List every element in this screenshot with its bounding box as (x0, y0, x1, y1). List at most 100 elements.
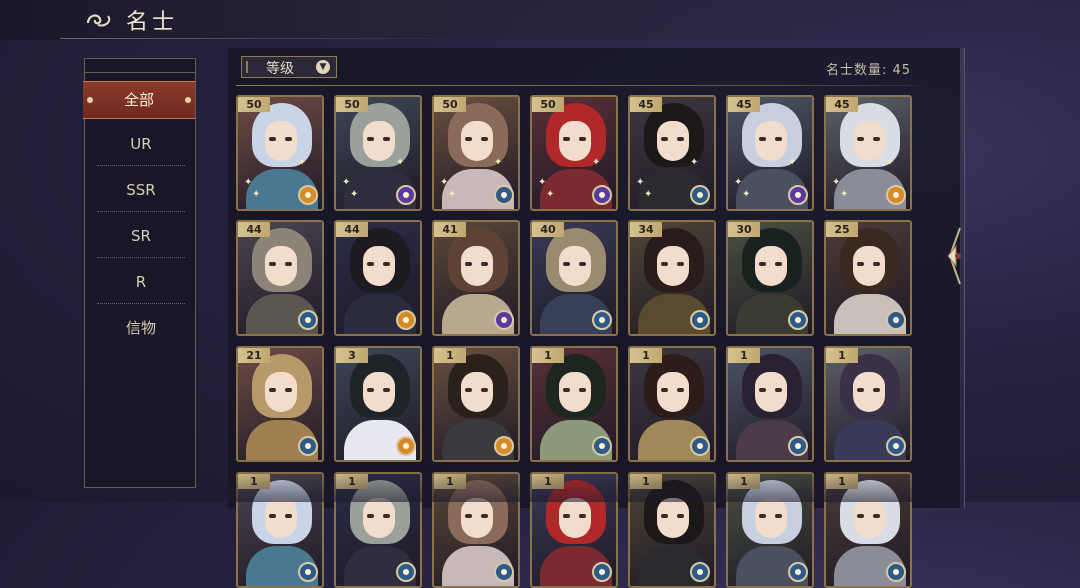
character-card[interactable]: 1 (726, 346, 814, 462)
element-badge-icon (592, 310, 612, 330)
character-card[interactable]: 1 (628, 346, 716, 462)
sparkle-icon: ✦ (840, 189, 849, 200)
portrait-eye (677, 262, 684, 266)
element-badge-icon (494, 436, 514, 456)
portrait-eye (579, 388, 586, 392)
character-card[interactable]: 1 (530, 346, 618, 462)
portrait-eye (759, 262, 766, 266)
portrait-eye (661, 514, 668, 518)
character-card[interactable]: 1 (628, 472, 716, 588)
portrait-eye (857, 388, 864, 392)
character-card[interactable]: 1 (824, 472, 912, 588)
portrait-face (265, 498, 297, 538)
element-badge-icon (494, 562, 514, 582)
character-card[interactable]: 1 (432, 346, 520, 462)
element-badge-icon (690, 185, 710, 205)
portrait-face (461, 372, 493, 412)
portrait-face (265, 246, 297, 286)
character-card[interactable]: 1 (530, 472, 618, 588)
level-tag: 45 (630, 97, 662, 112)
character-card[interactable]: 1 (236, 472, 324, 588)
character-card[interactable]: 44 (236, 220, 324, 336)
character-card[interactable]: 1 (334, 472, 422, 588)
character-card[interactable]: ✦ ✦ ✦ 45 (628, 95, 716, 211)
character-card[interactable]: 41 (432, 220, 520, 336)
portrait-eye (775, 388, 782, 392)
level-tag: 50 (238, 97, 270, 112)
sparkle-icon: ✦ (636, 177, 645, 188)
level-tag: 1 (630, 348, 662, 363)
category-ur[interactable]: UR (97, 123, 185, 166)
portrait-face (461, 498, 493, 538)
category-all[interactable]: 全部 (83, 81, 195, 119)
category-ssr[interactable]: SSR (97, 169, 185, 212)
portrait-eye (759, 388, 766, 392)
level-tag: 40 (532, 222, 564, 237)
sparkle-icon: ✦ (298, 157, 307, 168)
portrait-eye (367, 388, 374, 392)
character-card[interactable]: 21 (236, 346, 324, 462)
portrait-face (657, 498, 689, 538)
character-card[interactable]: ✦ ✦ ✦ 50 (530, 95, 618, 211)
character-card[interactable]: 30 (726, 220, 814, 336)
portrait-face (559, 372, 591, 412)
category-r[interactable]: R (97, 261, 185, 304)
element-badge-icon (494, 185, 514, 205)
category-label: UR (130, 135, 152, 153)
portrait-eye (269, 262, 276, 266)
portrait-eye (661, 137, 668, 141)
portrait-face (853, 498, 885, 538)
category-label: R (135, 273, 147, 291)
character-card[interactable]: ✦ ✦ ✦ 50 (432, 95, 520, 211)
category-token[interactable]: 信物 (97, 307, 185, 349)
portrait-face (755, 246, 787, 286)
character-card[interactable]: 1 (824, 346, 912, 462)
portrait-eye (269, 514, 276, 518)
level-tag: 1 (434, 474, 466, 489)
character-card[interactable]: ✦ ✦ ✦ 45 (726, 95, 814, 211)
portrait-face (265, 121, 297, 161)
portrait-eye (481, 514, 488, 518)
element-badge-icon (886, 185, 906, 205)
level-tag: 1 (728, 348, 760, 363)
character-card[interactable]: ✦ ✦ ✦ 50 (334, 95, 422, 211)
portrait-eye (465, 514, 472, 518)
character-card[interactable]: 3 (334, 346, 422, 462)
sort-dropdown[interactable]: 等级 ▼ (241, 56, 337, 78)
sparkle-icon: ✦ (396, 157, 405, 168)
chevron-down-icon: ▼ (316, 60, 330, 74)
category-label: 信物 (125, 319, 156, 337)
portrait-eye (563, 514, 570, 518)
character-card[interactable]: 1 (432, 472, 520, 588)
level-tag: 1 (336, 474, 368, 489)
portrait-face (657, 372, 689, 412)
portrait-eye (579, 137, 586, 141)
character-card[interactable]: ✦ ✦ ✦ 50 (236, 95, 324, 211)
sparkle-icon: ✦ (350, 189, 359, 200)
collapse-arrow-icon[interactable] (944, 226, 966, 286)
portrait-eye (857, 262, 864, 266)
level-tag: 45 (826, 97, 858, 112)
portrait-face (461, 121, 493, 161)
character-card[interactable]: 34 (628, 220, 716, 336)
level-tag: 1 (238, 474, 270, 489)
level-tag: 1 (826, 348, 858, 363)
sparkle-icon: ✦ (832, 177, 841, 188)
sparkle-icon: ✦ (690, 157, 699, 168)
element-badge-icon (298, 562, 318, 582)
portrait-eye (775, 514, 782, 518)
portrait-face (853, 372, 885, 412)
portrait-face (853, 121, 885, 161)
element-badge-icon (788, 310, 808, 330)
element-badge-icon (886, 436, 906, 456)
character-card[interactable]: 25 (824, 220, 912, 336)
portrait-eye (481, 137, 488, 141)
character-card[interactable]: 40 (530, 220, 618, 336)
sparkle-icon: ✦ (252, 189, 261, 200)
element-badge-icon (788, 562, 808, 582)
portrait-face (657, 246, 689, 286)
character-card[interactable]: 44 (334, 220, 422, 336)
character-card[interactable]: 1 (726, 472, 814, 588)
category-sr[interactable]: SR (97, 215, 185, 258)
character-card[interactable]: ✦ ✦ ✦ 45 (824, 95, 912, 211)
